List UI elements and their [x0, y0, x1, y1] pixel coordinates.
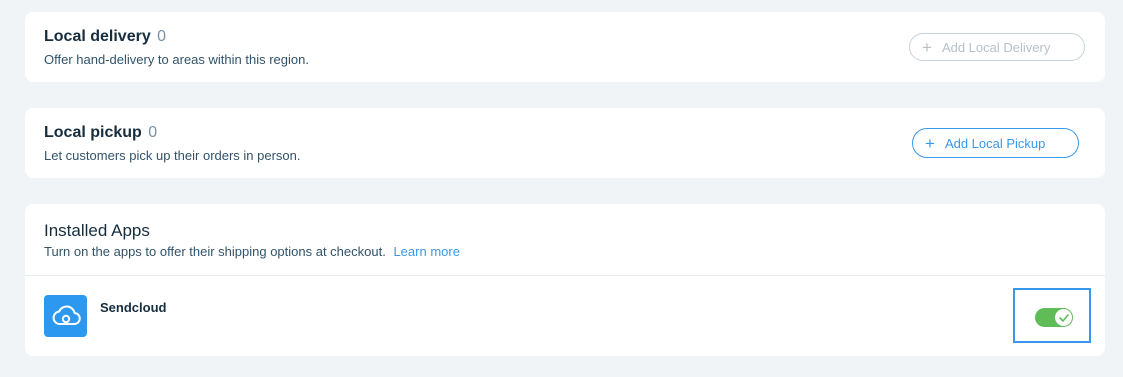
- local-pickup-card: Local pickup 0 Let customers pick up the…: [25, 108, 1105, 178]
- add-local-delivery-label: Add Local Delivery: [941, 39, 1051, 55]
- plus-icon: +: [922, 37, 932, 57]
- add-local-pickup-label: Add Local Pickup: [944, 135, 1046, 151]
- learn-more-link[interactable]: Learn more: [393, 244, 459, 259]
- add-local-pickup-button[interactable]: + Add Local Pickup: [912, 128, 1079, 158]
- app-name: Sendcloud: [100, 300, 167, 315]
- installed-apps-subtitle-text: Turn on the apps to offer their shipping…: [44, 244, 386, 259]
- local-delivery-heading: Local delivery 0: [44, 28, 166, 46]
- local-delivery-card: Local delivery 0 Offer hand-delivery to …: [25, 12, 1105, 82]
- installed-apps-title: Installed Apps: [44, 221, 150, 240]
- divider: [25, 275, 1105, 276]
- toggle-focus-frame: [1013, 288, 1091, 343]
- local-pickup-title: Local pickup: [44, 124, 142, 141]
- add-local-delivery-button[interactable]: + Add Local Delivery: [909, 33, 1085, 61]
- plus-icon: +: [925, 133, 935, 153]
- cloud-icon: [52, 305, 81, 325]
- checkmark-icon: [1058, 313, 1069, 322]
- toggle-knob: [1055, 309, 1072, 326]
- sendcloud-toggle[interactable]: [1035, 308, 1073, 327]
- local-pickup-subtitle: Let customers pick up their orders in pe…: [44, 148, 301, 163]
- local-delivery-count: 0: [157, 28, 167, 45]
- local-pickup-count: 0: [148, 124, 158, 141]
- installed-apps-card: Installed Apps Turn on the apps to offer…: [25, 204, 1105, 356]
- local-delivery-title: Local delivery: [44, 28, 151, 45]
- installed-apps-subtitle: Turn on the apps to offer their shipping…: [44, 244, 460, 259]
- sendcloud-logo-icon: [44, 295, 87, 337]
- local-pickup-heading: Local pickup 0: [44, 124, 157, 142]
- local-delivery-subtitle: Offer hand-delivery to areas within this…: [44, 52, 309, 67]
